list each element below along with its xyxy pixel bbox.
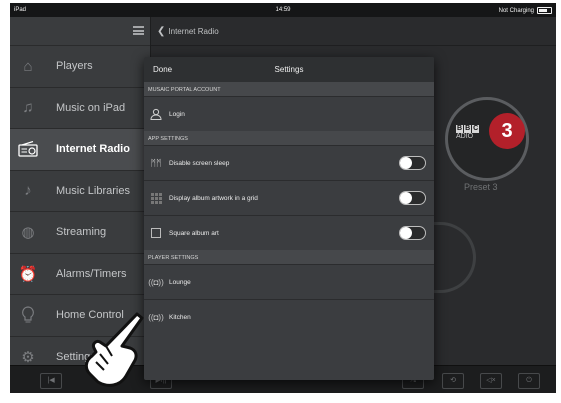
speaker-broadcast-icon: ((◘))	[148, 312, 164, 322]
settings-popover: Done Settings MUSAIC PORTAL ACCOUNT Logi…	[144, 57, 434, 380]
alarm-clock-icon: ⏰	[18, 265, 38, 283]
back-button-label: Internet Radio	[168, 27, 219, 36]
player-label: Kitchen	[169, 313, 191, 321]
sidebar-item-home-control[interactable]: Home Control	[10, 295, 150, 337]
power-icon[interactable]: ⏻	[518, 373, 540, 389]
login-row[interactable]: Login	[144, 96, 434, 131]
previous-icon[interactable]: |◀	[40, 373, 62, 389]
charging-label: Not Charging	[498, 7, 534, 14]
sidebar-item-players[interactable]: ⌂ Players	[10, 46, 150, 88]
repeat-icon[interactable]: ⟲	[442, 373, 464, 389]
player-row-kitchen[interactable]: ((◘)) Kitchen	[144, 299, 434, 334]
album-grid-label: Display album artwork in a grid	[169, 194, 258, 202]
sidebar-item-internet-radio[interactable]: Internet Radio	[10, 129, 150, 171]
hamburger-menu-icon[interactable]	[133, 26, 144, 35]
sidebar-item-streaming[interactable]: ◍ Streaming	[10, 212, 150, 254]
globe-icon: ◍	[21, 224, 35, 242]
preset-label: Preset 3	[464, 182, 498, 192]
station-logo: BBC ADIO	[456, 125, 480, 140]
lightbulb-icon	[16, 303, 40, 327]
sidebar-item-label: Music Libraries	[56, 184, 130, 197]
disable-sleep-row: ᛗᛗ Disable screen sleep	[144, 145, 434, 180]
radio-icon	[16, 137, 40, 161]
people-icon: ᛗᛗ	[150, 158, 162, 168]
ipad-screen: iPad 14:59 Not Charging ⌂ Players ♫ Musi…	[10, 3, 556, 393]
chevron-left-icon: ❮	[157, 26, 166, 37]
main-header: ❮ Internet Radio	[151, 17, 556, 46]
music-note-icon: ♫	[22, 99, 34, 117]
station-number-badge: 3	[489, 113, 525, 149]
sidebar: ⌂ Players ♫ Music on iPad Internet Radio…	[10, 17, 151, 378]
grid-icon	[149, 191, 163, 205]
square-art-row: Square album art	[144, 215, 434, 250]
sidebar-item-label: Settings	[56, 350, 96, 363]
disable-sleep-label: Disable screen sleep	[169, 159, 230, 167]
sidebar-item-label: Alarms/Timers	[56, 267, 127, 280]
sidebar-item-label: Music on iPad	[56, 101, 126, 114]
status-bar: iPad 14:59 Not Charging	[10, 3, 556, 17]
house-icon: ⌂	[23, 57, 33, 75]
section-header-app: APP SETTINGS	[144, 131, 434, 145]
sidebar-item-label: Home Control	[56, 309, 124, 322]
square-art-toggle[interactable]	[399, 226, 426, 240]
square-art-label: Square album art	[169, 229, 219, 237]
battery-status: Not Charging	[499, 7, 552, 14]
back-button[interactable]: ❮ Internet Radio	[157, 26, 219, 37]
sidebar-item-label: Internet Radio	[56, 143, 130, 156]
battery-icon	[537, 7, 552, 14]
settings-titlebar: Done Settings	[144, 57, 434, 82]
login-label: Login	[169, 110, 185, 118]
sidebar-item-label: Players	[56, 60, 93, 73]
music-library-icon: ♪	[24, 182, 32, 200]
sidebar-item-music-libraries[interactable]: ♪ Music Libraries	[10, 171, 150, 212]
sidebar-header	[10, 17, 150, 46]
album-grid-row: Display album artwork in a grid	[144, 180, 434, 215]
settings-title: Settings	[274, 65, 304, 74]
section-header-portal: MUSAIC PORTAL ACCOUNT	[144, 82, 434, 96]
clock: 14:59	[275, 7, 291, 13]
sidebar-item-alarms-timers[interactable]: ⏰ Alarms/Timers	[10, 254, 150, 295]
speaker-broadcast-icon: ((◘))	[148, 277, 164, 287]
mute-icon[interactable]: ◁×	[480, 373, 502, 389]
user-icon	[149, 107, 163, 121]
player-row-lounge[interactable]: ((◘)) Lounge	[144, 264, 434, 299]
player-label: Lounge	[169, 278, 191, 286]
sidebar-item-label: Streaming	[56, 226, 107, 239]
section-header-player: PLAYER SETTINGS	[144, 250, 434, 264]
album-grid-toggle[interactable]	[399, 191, 426, 205]
square-icon	[149, 226, 163, 240]
sidebar-item-music-on-ipad[interactable]: ♫ Music on iPad	[10, 88, 150, 129]
disable-sleep-toggle[interactable]	[399, 156, 426, 170]
